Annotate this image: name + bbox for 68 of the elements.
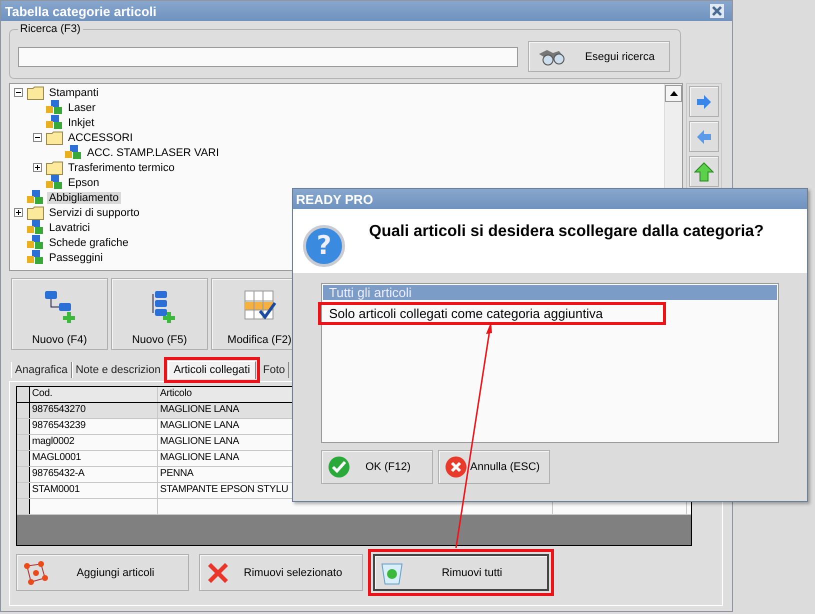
- action-button[interactable]: Aggiungi articoli: [16, 554, 189, 591]
- cross-icon: [206, 560, 230, 584]
- table-cell: magl0002: [30, 435, 158, 450]
- cubes-icon: [27, 220, 44, 235]
- search-button[interactable]: Esegui ricerca: [528, 41, 670, 72]
- tab[interactable]: Articoli collegati: [168, 361, 256, 379]
- search-field[interactable]: [18, 46, 518, 66]
- toolbar-button[interactable]: Nuovo (F5): [111, 278, 208, 350]
- table-cell: 9876543270: [30, 403, 158, 418]
- collapse-icon[interactable]: [33, 133, 42, 142]
- cubes-icon: [46, 115, 63, 130]
- action-button[interactable]: Rimuovi selezionato: [199, 554, 363, 591]
- table-cell: STAM0001: [30, 483, 158, 498]
- list-item[interactable]: Solo articoli collegati come categoria aggiuntiva: [318, 302, 666, 325]
- table-cell: 98765432-A: [30, 467, 158, 482]
- up-arrow-icon[interactable]: [670, 91, 678, 96]
- move-right-button[interactable]: [689, 86, 719, 117]
- folder-icon: [46, 130, 63, 144]
- tree-item[interactable]: Epson: [66, 176, 102, 188]
- folder-icon: [27, 86, 44, 100]
- right-arrow-icon: [696, 94, 712, 108]
- checkmark-icon: [328, 456, 350, 478]
- recycle-bin-icon: [381, 560, 403, 584]
- dialog-button[interactable]: OK (F12): [321, 450, 433, 484]
- column-header: Cod.: [30, 387, 158, 402]
- move-up-button[interactable]: [689, 156, 719, 187]
- question-icon: ?: [303, 225, 345, 267]
- tree-item[interactable]: Passeggini: [47, 252, 105, 264]
- tree-item[interactable]: Laser: [66, 102, 98, 114]
- collapse-icon[interactable]: [14, 88, 23, 97]
- folder-icon: [27, 206, 44, 220]
- move-left-button[interactable]: [689, 121, 719, 152]
- cubes-icon: [65, 145, 82, 160]
- tab[interactable]: Anagrafica: [11, 362, 72, 378]
- tree-item[interactable]: Schede grafiche: [47, 236, 130, 248]
- tab[interactable]: Foto: [259, 362, 290, 378]
- tree-item[interactable]: Servizi di supporto: [47, 206, 142, 218]
- tree-item[interactable]: Inkjet: [66, 116, 96, 128]
- molecule-icon: [23, 560, 49, 586]
- left-arrow-icon: [696, 130, 712, 144]
- close-icon[interactable]: [710, 4, 724, 18]
- cubes-icon: [46, 100, 63, 115]
- tree-item[interactable]: Trasferimento termico: [66, 162, 177, 174]
- window-title: Tabella categorie articoli: [5, 4, 156, 18]
- cubes-icon: [46, 175, 63, 190]
- dialog-title: READY PRO: [296, 192, 374, 206]
- cubes-icon: [27, 250, 44, 265]
- cross-icon: [445, 456, 467, 478]
- tree-item[interactable]: Abbigliamento: [47, 192, 121, 204]
- up-arrow-icon: [694, 162, 714, 182]
- tree-item[interactable]: ACC. STAMP.LASER VARI: [85, 146, 222, 158]
- tab[interactable]: Note e descrizion: [72, 362, 165, 378]
- tree-item[interactable]: ACCESSORI: [66, 132, 135, 144]
- cubes-icon: [27, 190, 44, 205]
- action-button[interactable]: Rimuovi tutti: [373, 554, 549, 591]
- dialog-question: Quali articoli si desidera scollegare dalla categoria?: [369, 222, 764, 241]
- dialog-button[interactable]: Annulla (ESC): [438, 450, 550, 484]
- expand-icon[interactable]: [33, 163, 42, 172]
- tree-item[interactable]: Lavatrici: [47, 222, 92, 234]
- cubes-icon: [27, 235, 44, 250]
- group-label: Ricerca (F3): [19, 23, 82, 35]
- table-cell: MAGL0001: [30, 451, 158, 466]
- toolbar-button[interactable]: Nuovo (F4): [11, 278, 108, 350]
- tree-add-icon: [42, 289, 76, 323]
- table-cell: 9876543239: [30, 419, 158, 434]
- expand-icon[interactable]: [14, 208, 23, 217]
- folder-icon: [46, 160, 63, 174]
- tree-item[interactable]: Stampanti: [47, 86, 101, 98]
